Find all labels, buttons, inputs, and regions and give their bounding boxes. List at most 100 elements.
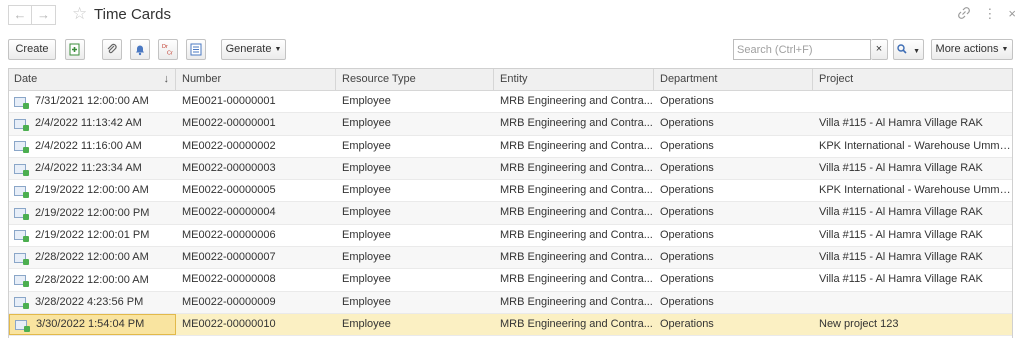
number-cell: ME0022-00000003	[182, 161, 276, 174]
chevron-down-icon: ▼	[913, 48, 920, 55]
attachment-button[interactable]	[102, 39, 122, 60]
entity-cell: MRB Engineering and Contra...	[500, 139, 653, 152]
date-text: 2/28/2022 12:00:00 AM	[35, 273, 149, 286]
title-bar: ← → ☆ Time Cards ⋮ ×	[0, 0, 1024, 32]
dr-cr-button[interactable]: Dr Cr	[158, 39, 178, 60]
column-header-number[interactable]: Number	[176, 69, 336, 90]
project-cell: Villa #115 - Al Hamra Village RAK	[819, 117, 983, 130]
project-cell: Villa #115 - Al Hamra Village RAK	[819, 251, 983, 264]
table-row[interactable]: 3/28/2022 4:23:56 PM ME0022-00000009 Emplo…	[9, 291, 1012, 314]
time-card-document-icon	[14, 141, 29, 154]
table-row[interactable]: 2/4/2022 11:23:34 AM ME0022-00000003 Emplo…	[9, 157, 1012, 181]
date-cell: 2/19/2022 12:00:00 AM	[9, 180, 176, 201]
page-title: Time Cards	[94, 6, 171, 23]
resource-type-cell: Employee	[342, 273, 391, 286]
table-row[interactable]: 2/4/2022 11:16:00 AM ME0022-00000002 Emplo…	[9, 136, 1012, 158]
entity-cell: MRB Engineering and Contra...	[500, 251, 653, 264]
time-card-document-icon	[14, 163, 29, 176]
table-row[interactable]: 7/31/2021 12:00:00 AM ME0021-00000001 Empl…	[9, 91, 1012, 114]
forward-button[interactable]: →	[32, 5, 56, 25]
resource-type-cell: Employee	[342, 206, 391, 219]
number-cell: ME0022-00000006	[182, 228, 276, 241]
date-text: 2/4/2022 11:13:42 AM	[35, 117, 142, 130]
forward-arrow-icon: →	[37, 7, 50, 22]
generate-button-label: Generate	[225, 43, 272, 55]
number-cell: ME0022-00000007	[182, 251, 276, 264]
close-icon[interactable]: ×	[1008, 6, 1016, 24]
number-cell: ME0022-00000004	[182, 206, 276, 219]
project-cell: Villa #115 - Al Hamra Village RAK	[819, 273, 983, 286]
sort-descending-icon: ↓	[163, 73, 170, 85]
project-cell: Villa #115 - Al Hamra Village RAK	[819, 161, 983, 174]
resource-type-cell: Employee	[342, 228, 391, 241]
date-cell: 2/4/2022 11:23:34 AM	[9, 158, 176, 179]
nav-buttons: ← →	[8, 5, 56, 25]
column-header-department[interactable]: Department	[654, 69, 813, 90]
search-icon	[897, 44, 910, 57]
table-row[interactable]: 3/30/2022 1:54:04 PM ME0022-00000010 Emplo…	[9, 313, 1012, 337]
resource-type-cell: Employee	[342, 139, 391, 152]
column-header-project[interactable]: Project	[813, 69, 1012, 90]
resource-type-cell: Employee	[342, 117, 391, 130]
column-header-date[interactable]: Date ↓	[9, 69, 176, 90]
table-row[interactable]: 2/28/2022 12:00:00 AM ME0022-00000007 Empl…	[9, 247, 1012, 270]
department-cell: Operations	[660, 139, 714, 152]
link-icon[interactable]	[957, 6, 971, 24]
time-card-document-icon	[14, 252, 29, 265]
number-cell: ME0022-00000002	[182, 139, 276, 152]
column-header-resource-type[interactable]: Resource Type	[336, 69, 494, 90]
column-label: Entity	[500, 73, 528, 85]
create-button[interactable]: Create	[8, 39, 56, 60]
date-cell: 3/30/2022 1:54:04 PM	[9, 313, 176, 336]
copy-add-icon	[69, 43, 81, 59]
date-text: 2/28/2022 12:00:00 AM	[35, 251, 149, 264]
entity-cell: MRB Engineering and Contra...	[500, 295, 653, 308]
column-label: Project	[819, 73, 854, 85]
search-input[interactable]	[733, 39, 871, 60]
date-cell: 7/31/2021 12:00:00 AM	[9, 91, 176, 112]
copy-add-button[interactable]	[65, 39, 85, 60]
generate-button[interactable]: Generate ▼	[221, 39, 286, 60]
department-cell: Operations	[660, 228, 714, 241]
date-cell: 2/19/2022 12:00:00 PM	[9, 202, 176, 223]
table-row[interactable]: 2/19/2022 12:00:01 PM ME0022-00000006 Empl…	[9, 225, 1012, 248]
column-label: Date	[14, 73, 38, 85]
search-clear-button[interactable]: ×	[871, 39, 888, 60]
back-arrow-icon: ←	[13, 7, 27, 22]
favorite-star-icon[interactable]: ☆	[72, 4, 87, 24]
time-card-document-icon	[14, 96, 29, 109]
number-cell: ME0022-00000008	[182, 273, 276, 286]
table-row[interactable]: 2/19/2022 12:00:00 AM ME0022-00000005 Empl…	[9, 180, 1012, 203]
back-button[interactable]: ←	[8, 5, 32, 25]
number-cell: ME0021-00000001	[182, 95, 276, 107]
date-text: 2/19/2022 12:00:01 PM	[35, 228, 150, 241]
command-bar: Create DrCr Generate▼ × ▼ More ac	[0, 39, 1024, 61]
notification-button[interactable]	[130, 39, 150, 60]
time-card-document-icon	[14, 118, 29, 131]
date-text: 7/31/2021 12:00:00 AM	[35, 95, 149, 108]
department-cell: Operations	[660, 206, 714, 219]
project-cell: KPK International - Warehouse Umm S...	[819, 184, 1012, 197]
department-cell: Operations	[660, 317, 714, 330]
time-card-document-icon	[14, 275, 29, 288]
resource-type-cell: Employee	[342, 184, 391, 197]
column-header-entity[interactable]: Entity	[494, 69, 654, 90]
table-row[interactable]: 2/19/2022 12:00:00 PM ME0022-00000004 Empl…	[9, 202, 1012, 225]
department-cell: Operations	[660, 184, 714, 197]
column-label: Resource Type	[342, 73, 416, 85]
table-row[interactable]: 2/4/2022 11:13:42 AM ME0022-00000001 Emplo…	[9, 113, 1012, 136]
number-cell: ME0022-00000005	[182, 184, 276, 197]
bell-icon	[134, 45, 146, 59]
chevron-down-icon: ▼	[1001, 46, 1009, 53]
table-row[interactable]: 2/28/2022 12:00:00 AM ME0022-00000008 Empl…	[9, 269, 1012, 292]
project-cell: Villa #115 - Al Hamra Village RAK	[819, 228, 983, 241]
project-cell: Villa #115 - Al Hamra Village RAK	[819, 206, 983, 219]
time-cards-table: Date ↓ Number Resource Type Entity Depar…	[8, 68, 1013, 338]
more-menu-icon[interactable]: ⋮	[983, 6, 996, 24]
search-options-button[interactable]: ▼	[893, 39, 924, 60]
time-card-document-icon	[15, 319, 30, 332]
more-actions-button[interactable]: More actions ▼	[931, 39, 1013, 60]
report-structure-button[interactable]	[186, 39, 206, 60]
attachment-icon	[106, 43, 118, 59]
date-cell: 3/28/2022 4:23:56 PM	[9, 292, 176, 313]
